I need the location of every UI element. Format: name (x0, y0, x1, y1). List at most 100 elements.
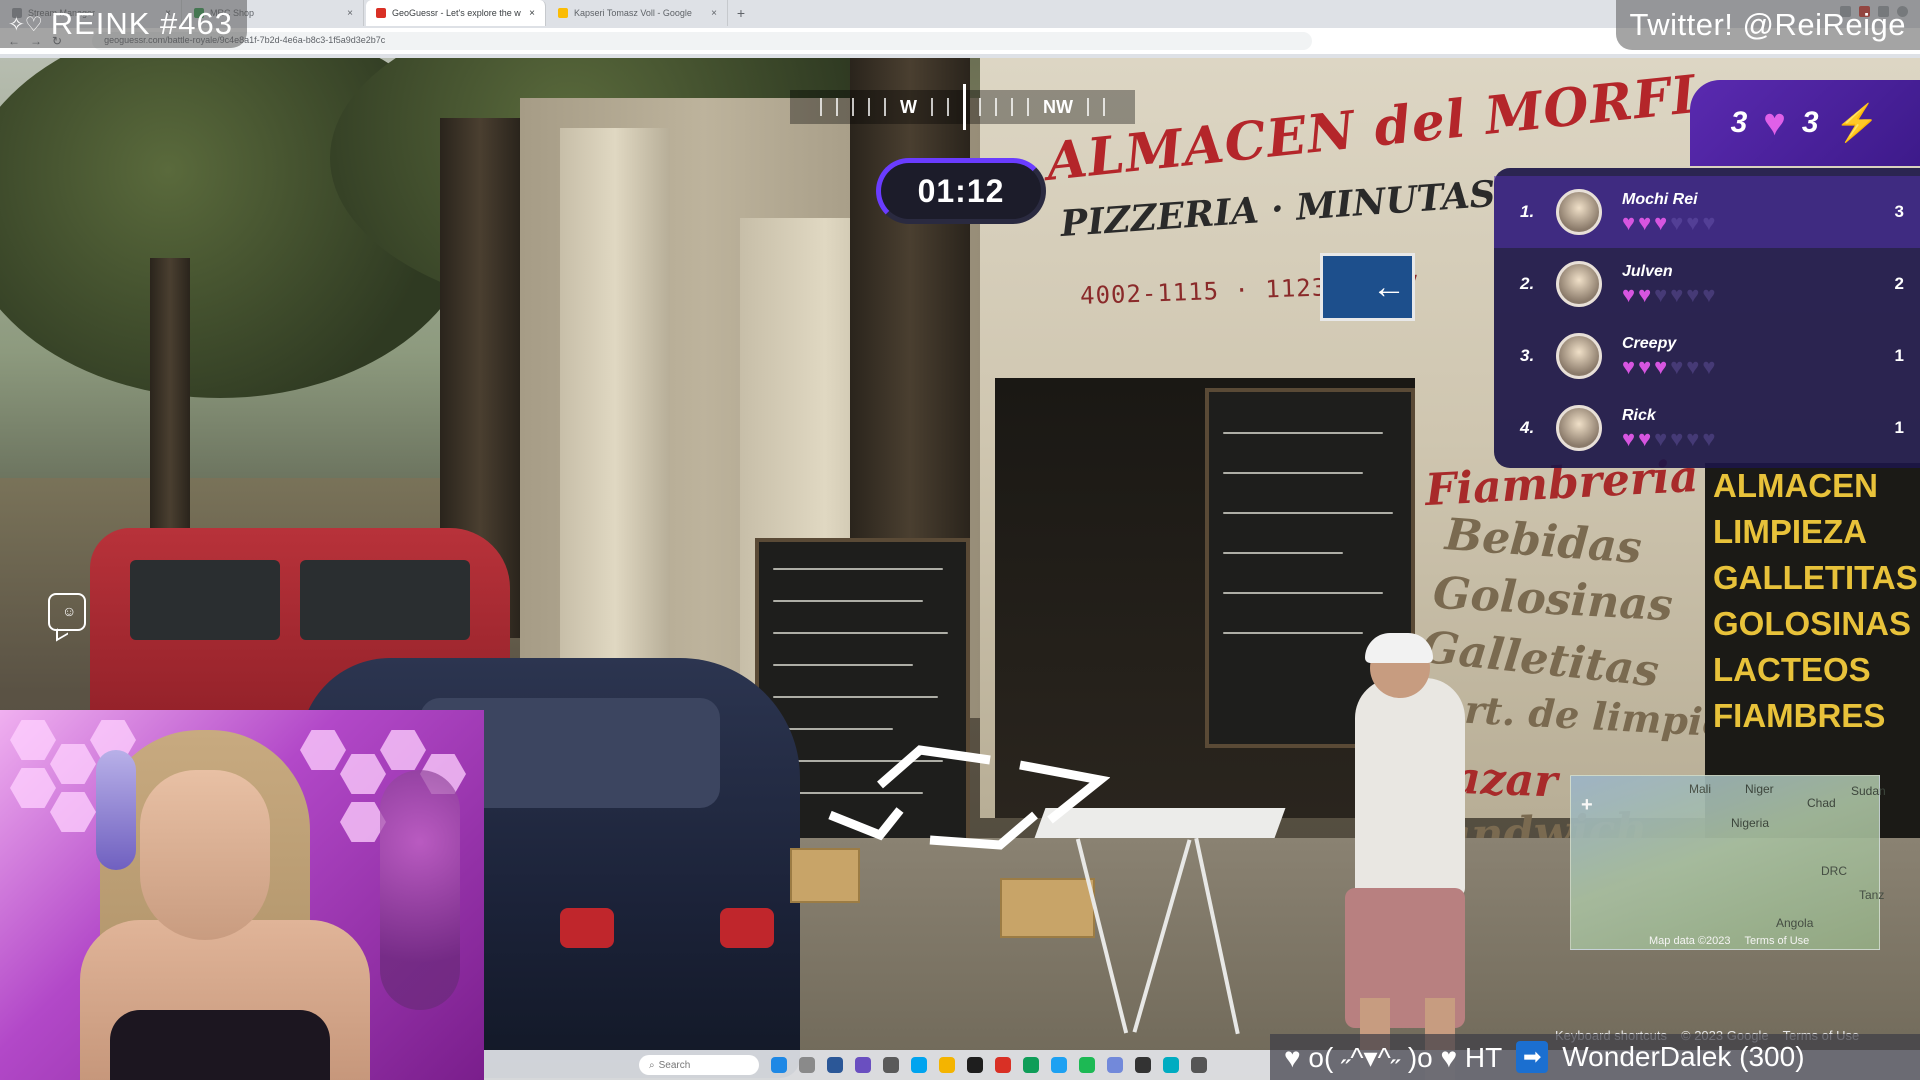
compass-marker (963, 84, 966, 130)
player-stats: 3 ♥ 3 ⚡ (1690, 80, 1920, 166)
player-rank: 3. (1520, 346, 1535, 365)
taskbar-app-icon[interactable] (827, 1057, 843, 1073)
compass-tick (820, 98, 822, 116)
map-country-label: DRC (1821, 864, 1847, 878)
browser-tab[interactable]: GeoGuessr - Let's explore the w × (366, 0, 546, 26)
player-rank: 1. (1520, 202, 1535, 221)
stream-title-overlay: ✧♡ REINK #463 (0, 0, 248, 48)
taskbar-search[interactable]: ⌕ Search (639, 1055, 759, 1075)
heart-icon: ♥ (1638, 209, 1652, 235)
close-tab-icon[interactable]: × (711, 8, 717, 19)
pedestrian-cap (1365, 633, 1433, 663)
player-hearts: ♥ ♥ ♥ ♥ ♥ ♥ (1622, 425, 1874, 451)
taskbar-app-icon[interactable] (939, 1057, 955, 1073)
close-tab-icon[interactable]: × (347, 8, 353, 19)
product-board-word: FIAMBRES (1713, 697, 1886, 734)
taskbar-app-icon[interactable] (967, 1057, 983, 1073)
taskbar-app-icon[interactable] (771, 1057, 787, 1073)
favicon-icon (558, 8, 568, 18)
compass-tick (852, 98, 854, 116)
leaderboard: 1. Mochi Rei ♥ ♥ ♥ ♥ ♥ ♥ 3 2. Julven ♥ ♥ ♥ ♥ ♥ ♥ 2 3. Creep… (1494, 168, 1920, 468)
taskbar-app-icon[interactable] (799, 1057, 815, 1073)
heart-icon: ♥ (1686, 209, 1700, 235)
map-country-label: Sudan (1851, 784, 1886, 798)
streamer-top (110, 1010, 330, 1080)
heart-icon: ♥ (1622, 281, 1636, 307)
browser-tab[interactable]: Kapseri Tomasz Voll - Google × (548, 0, 728, 26)
compass-tick (1011, 98, 1013, 116)
taskbar-app-icon[interactable] (911, 1057, 927, 1073)
heart-icon: ♥ (1702, 281, 1716, 307)
player-info: Mochi Rei ♥ ♥ ♥ ♥ ♥ ♥ (1622, 191, 1874, 234)
player-name: Creepy (1622, 334, 1677, 352)
heart-icon: ♥ (1622, 209, 1636, 235)
alert-ticker: ♥ o( ˶^▾^˶ )o ♥ HT ➡ WonderDalek (300) (1270, 1034, 1920, 1080)
map-terms-link[interactable]: Terms of Use (1745, 935, 1810, 947)
heart-icon: ♥ (1702, 353, 1716, 379)
taskbar-app-icon[interactable] (1135, 1057, 1151, 1073)
guesses-count: 3 (1801, 106, 1819, 139)
compass-tick (1087, 98, 1089, 116)
new-tab-button[interactable]: + (728, 0, 754, 26)
compass-direction: W (900, 96, 917, 117)
heart-icon: ♥ (1686, 353, 1700, 379)
compass-tick (884, 98, 886, 116)
compass-tick (947, 98, 949, 116)
close-tab-icon[interactable]: × (529, 8, 535, 19)
player-score: 2 (1894, 274, 1904, 293)
product-board-word: LIMPIEZA (1713, 513, 1867, 550)
taskbar-app-icon[interactable] (1051, 1057, 1067, 1073)
webcam-feed (0, 710, 484, 1080)
tree-trunk (850, 58, 970, 538)
zoom-in-button[interactable]: + (1581, 794, 1593, 817)
street-sign: ← (1320, 253, 1415, 321)
lives-count: 3 (1730, 106, 1748, 139)
bolt-icon: ⚡ (1834, 102, 1880, 143)
taskbar-app-icon[interactable] (855, 1057, 871, 1073)
taskbar-app-icon[interactable] (1191, 1057, 1207, 1073)
background-plant (380, 770, 460, 1010)
leaderboard-row: 2. Julven ♥ ♥ ♥ ♥ ♥ ♥ 2 (1494, 248, 1920, 320)
taskbar-app-icon[interactable] (995, 1057, 1011, 1073)
heart-icon: ♥ (1638, 281, 1652, 307)
heart-icon: ♥ (1702, 425, 1716, 451)
heart-icon: ♥ (1622, 425, 1636, 451)
taskbar-app-icon[interactable] (883, 1057, 899, 1073)
tab-title: Kapseri Tomasz Voll - Google (574, 8, 692, 18)
map-country-label: Chad (1807, 796, 1836, 810)
map-country-label: Niger (1745, 782, 1774, 796)
heart-icon: ♥ (1638, 353, 1652, 379)
player-hearts: ♥ ♥ ♥ ♥ ♥ ♥ (1622, 353, 1874, 379)
guess-minimap[interactable]: + Map data ©2023 Terms of Use Mali Niger C… (1570, 775, 1886, 950)
timer-value: 01:12 (917, 172, 1005, 209)
avatar (1556, 189, 1602, 235)
building-pillar (560, 128, 670, 708)
address-bar[interactable]: geoguessr.com/battle-royale/9c4e8a1f-7b2… (92, 32, 1313, 50)
product-board-word: ALMACEN (1713, 467, 1878, 504)
heart-icon: ♥ (1670, 425, 1684, 451)
taskbar-app-icon[interactable] (1107, 1057, 1123, 1073)
player-hearts: ♥ ♥ ♥ ♥ ♥ ♥ (1622, 281, 1874, 307)
product-board-word: GOLOSINAS (1713, 605, 1912, 642)
map-country-label: Angola (1776, 916, 1814, 930)
heart-icon: ♥ (1686, 425, 1700, 451)
taskbar-app-icon[interactable] (1023, 1057, 1039, 1073)
compass-tick (979, 98, 981, 116)
emote-text: ♥ o( ˶^▾^˶ )o ♥ HT (1284, 1041, 1503, 1073)
headphones-icon (96, 750, 136, 870)
map-country-label: Nigeria (1731, 816, 1770, 830)
player-info: Creepy ♥ ♥ ♥ ♥ ♥ ♥ (1622, 335, 1874, 378)
wooden-stool (1000, 878, 1095, 938)
product-board-word: LACTEOS (1713, 651, 1871, 688)
heart-icon: ♥ (1638, 425, 1652, 451)
chat-smile-glyph: ☺ (62, 603, 77, 619)
taskbar-app-icon[interactable] (1163, 1057, 1179, 1073)
chat-icon[interactable]: ☺ (48, 593, 86, 631)
player-rank: 2. (1520, 274, 1535, 293)
guess-reticle-icon[interactable] (820, 740, 1110, 850)
social-overlay: Twitter! @ReiReige (1615, 0, 1920, 50)
compass-tick (1027, 98, 1029, 116)
streamer-face (140, 770, 270, 940)
taskbar-app-icon[interactable] (1079, 1057, 1095, 1073)
compass-direction: NW (1043, 96, 1073, 117)
